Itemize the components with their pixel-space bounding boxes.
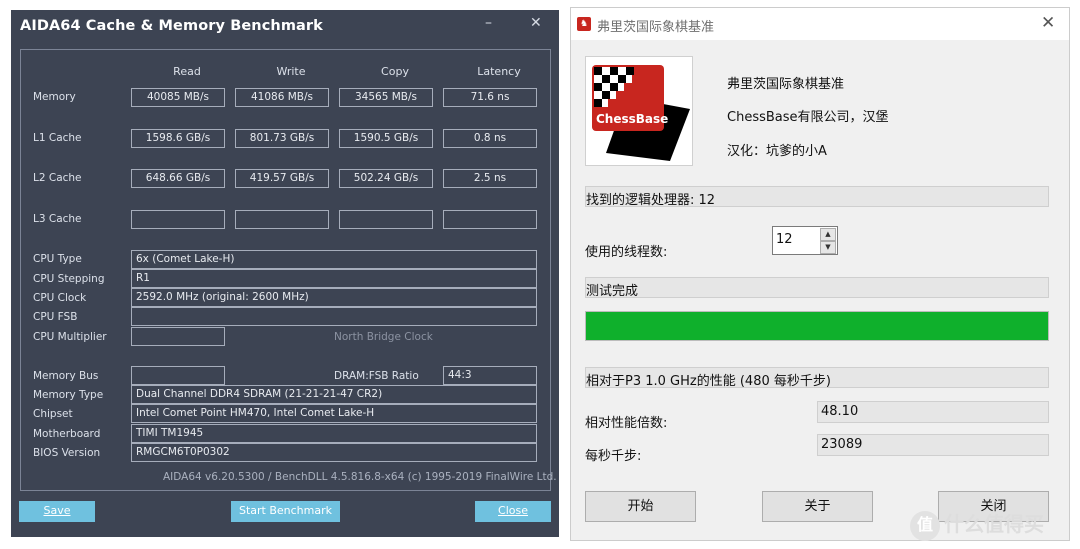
column-header-copy: Copy	[381, 65, 409, 78]
app-icon: ♞	[577, 17, 591, 31]
performance-factor-value: 48.10	[817, 401, 1049, 423]
processors-found-strip: 找到的逻辑处理器: 12	[585, 186, 1049, 208]
cpu-fsb-value	[131, 307, 537, 326]
l1-latency-value: 0.8 ns	[443, 129, 537, 148]
chessbase-logo: ChessBase	[585, 56, 693, 166]
chessbase-logo-graphic: ChessBase	[586, 57, 692, 165]
site-watermark: 值什么值得买	[910, 508, 1044, 541]
memory-type-label: Memory Type	[33, 389, 104, 401]
save-button[interactable]: Save	[19, 501, 95, 522]
dram-fsb-ratio-label: DRAM:FSB Ratio	[334, 370, 419, 382]
row-label-l3-cache: L3 Cache	[33, 213, 82, 225]
cpu-type-label: CPU Type	[33, 253, 82, 265]
start-button[interactable]: 开始	[585, 491, 696, 522]
title-bar: ♞ 弗里茨国际象棋基准 ✕	[571, 8, 1069, 40]
l3-write-value	[235, 210, 329, 229]
about-button[interactable]: 关于	[762, 491, 873, 522]
minimize-button[interactable]: –	[485, 15, 492, 31]
l1-read-value: 1598.6 GB/s	[131, 129, 225, 148]
motherboard-value: TIMI TM1945	[131, 424, 537, 443]
window-title: 弗里茨国际象棋基准	[597, 20, 715, 35]
cpu-multiplier-label: CPU Multiplier	[33, 331, 107, 343]
window-title: AIDA64 Cache & Memory Benchmark	[20, 18, 323, 34]
l3-copy-value	[339, 210, 433, 229]
row-label-l1-cache: L1 Cache	[33, 132, 82, 144]
dram-fsb-ratio-value: 44:3	[443, 366, 537, 385]
memory-copy-value: 34565 MB/s	[339, 88, 433, 107]
row-label-l2-cache: L2 Cache	[33, 172, 82, 184]
l3-read-value	[131, 210, 225, 229]
memory-latency-value: 71.6 ns	[443, 88, 537, 107]
cpu-stepping-value: R1	[131, 269, 537, 288]
stepper-up-icon[interactable]: ▲	[820, 228, 836, 241]
l2-read-value: 648.66 GB/s	[131, 169, 225, 188]
l1-copy-value: 1590.5 GB/s	[339, 129, 433, 148]
kilo-nodes-value: 23089	[817, 434, 1049, 456]
copyright-footer: AIDA64 v6.20.5300 / BenchDLL 4.5.816.8-x…	[163, 471, 557, 483]
memory-read-value: 40085 MB/s	[131, 88, 225, 107]
relative-performance-strip: 相对于P3 1.0 GHz的性能 (480 每秒千步)	[585, 367, 1049, 389]
chipset-value: Intel Comet Point HM470, Intel Comet Lak…	[131, 404, 537, 423]
row-label-memory: Memory	[33, 91, 76, 103]
status-text: 测试完成	[586, 284, 639, 299]
chipset-label: Chipset	[33, 408, 73, 420]
memory-type-value: Dual Channel DDR4 SDRAM (21-21-21-47 CR2…	[131, 385, 537, 404]
close-button[interactable]: Close	[475, 501, 551, 522]
cpu-multiplier-value	[131, 327, 225, 346]
localized-by: 汉化：坑爹的小A	[727, 144, 827, 159]
window-body: ChessBase 弗里茨国际象棋基准 ChessBase有限公司，汉堡 汉化：…	[571, 40, 1069, 540]
company-name: ChessBase有限公司，汉堡	[727, 110, 889, 125]
cpu-fsb-label: CPU FSB	[33, 311, 78, 323]
logo-text: ChessBase	[596, 112, 668, 126]
bios-version-label: BIOS Version	[33, 447, 101, 459]
close-icon[interactable]: ✕	[530, 15, 542, 31]
l2-write-value: 419.57 GB/s	[235, 169, 329, 188]
kilo-nodes-label: 每秒千步:	[585, 449, 642, 464]
memory-bus-label: Memory Bus	[33, 370, 99, 382]
close-icon[interactable]: ✕	[1041, 13, 1055, 33]
performance-factor-label: 相对性能倍数:	[585, 416, 668, 431]
memory-bus-value	[131, 366, 225, 385]
cpu-stepping-label: CPU Stepping	[33, 273, 105, 285]
north-bridge-clock-label: North Bridge Clock	[334, 331, 433, 343]
relative-performance-text: 相对于P3 1.0 GHz的性能 (480 每秒千步)	[586, 374, 831, 389]
progress-bar	[585, 311, 1049, 341]
threads-label: 使用的线程数:	[585, 245, 668, 260]
threads-stepper[interactable]: 12 ▲ ▼	[772, 226, 838, 255]
bios-version-value: RMGCM6T0P0302	[131, 443, 537, 462]
cpu-type-value: 6x (Comet Lake-H)	[131, 250, 537, 269]
processors-found-text: 找到的逻辑处理器: 12	[586, 193, 716, 208]
column-header-latency: Latency	[477, 65, 521, 78]
progress-fill	[586, 312, 1048, 340]
stepper-down-icon[interactable]: ▼	[820, 241, 836, 254]
start-benchmark-button[interactable]: Start Benchmark	[231, 501, 340, 522]
threads-value[interactable]: 12	[776, 232, 793, 247]
aida64-window: AIDA64 Cache & Memory Benchmark – ✕ Read…	[11, 10, 559, 537]
motherboard-label: Motherboard	[33, 428, 101, 440]
app-name: 弗里茨国际象棋基准	[727, 77, 845, 92]
column-header-write: Write	[276, 65, 306, 78]
benchmark-panel: Read Write Copy Latency Memory 40085 MB/…	[20, 49, 551, 491]
cpu-clock-label: CPU Clock	[33, 292, 87, 304]
cpu-clock-value: 2592.0 MHz (original: 2600 MHz)	[131, 288, 537, 307]
status-strip: 测试完成	[585, 277, 1049, 299]
watermark-icon: 值	[910, 510, 940, 541]
memory-write-value: 41086 MB/s	[235, 88, 329, 107]
l2-copy-value: 502.24 GB/s	[339, 169, 433, 188]
watermark-text: 什么值得买	[944, 512, 1044, 536]
l1-write-value: 801.73 GB/s	[235, 129, 329, 148]
l3-latency-value	[443, 210, 537, 229]
l2-latency-value: 2.5 ns	[443, 169, 537, 188]
column-header-read: Read	[173, 65, 201, 78]
fritz-benchmark-window: ♞ 弗里茨国际象棋基准 ✕ ChessBase 弗里茨国际象棋基准 ChessB…	[570, 7, 1070, 541]
